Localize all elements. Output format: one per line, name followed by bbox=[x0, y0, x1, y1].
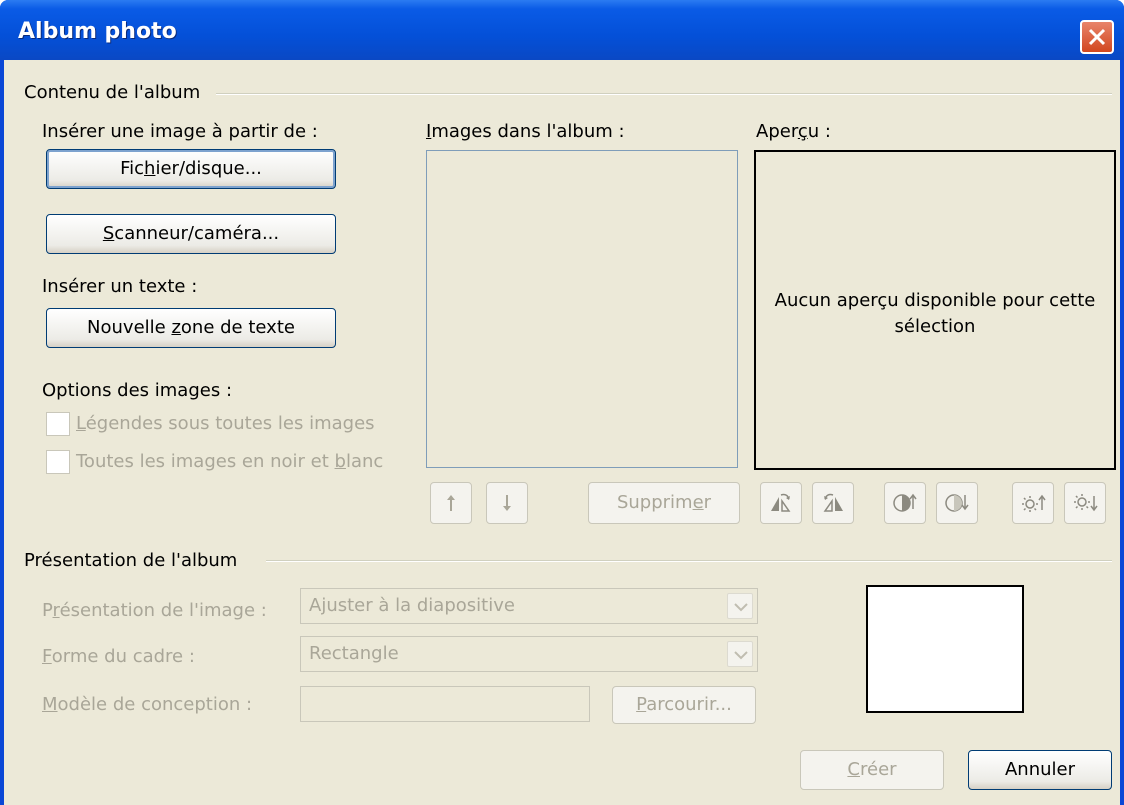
album-layout-group-label: Présentation de l'album bbox=[24, 550, 238, 571]
frame-shape-dropdown[interactable]: Rectangle bbox=[300, 636, 758, 672]
rotate-right-button[interactable] bbox=[812, 482, 854, 524]
file-disk-button-label: Fichier/disque... bbox=[120, 158, 262, 179]
rotate-right-icon bbox=[823, 493, 843, 512]
rotate-left-icon bbox=[771, 493, 791, 512]
preview-message: Aucun aperçu disponible pour cette sélec… bbox=[756, 288, 1114, 340]
picture-layout-value: Ajuster à la diapositive bbox=[309, 595, 515, 616]
dropdown-arrow-button[interactable] bbox=[727, 641, 753, 667]
black-white-checkbox[interactable] bbox=[46, 450, 70, 474]
album-photo-dialog: Album photo Contenu de l'album Insérer u… bbox=[0, 0, 1124, 805]
cancel-button[interactable]: Annuler bbox=[968, 750, 1112, 790]
preview-message-line2: sélection bbox=[894, 316, 976, 337]
move-down-button[interactable] bbox=[486, 482, 528, 524]
group-divider bbox=[266, 560, 1112, 562]
less-brightness-button[interactable] bbox=[1064, 482, 1106, 524]
preview-label: Aperçu : bbox=[756, 121, 831, 142]
brightness-down-icon bbox=[1074, 494, 1098, 512]
dialog-title: Album photo bbox=[18, 19, 177, 44]
frame-shape-label: Forme du cadre : bbox=[42, 646, 195, 667]
frame-shape-value: Rectangle bbox=[309, 643, 399, 664]
remove-button-label: Supprimer bbox=[616, 492, 712, 513]
preview-message-line1: Aucun aperçu disponible pour cette bbox=[774, 290, 1096, 311]
design-template-label: Modèle de conception : bbox=[42, 694, 253, 715]
browse-button-label: Parcourir... bbox=[636, 694, 732, 715]
preview-pane: Aucun aperçu disponible pour cette sélec… bbox=[754, 150, 1116, 470]
remove-button[interactable]: Supprimer bbox=[588, 482, 740, 524]
new-text-box-button-label: Nouvelle zone de texte bbox=[87, 317, 295, 338]
browse-button[interactable]: Parcourir... bbox=[612, 686, 756, 724]
black-white-checkbox-label: Toutes les images en noir et blanc bbox=[76, 451, 384, 472]
images-in-album-list[interactable] bbox=[426, 150, 738, 468]
more-contrast-button[interactable] bbox=[884, 482, 926, 524]
scanner-camera-button-label: Scanneur/caméra... bbox=[102, 223, 280, 244]
captions-checkbox-label: Légendes sous toutes les images bbox=[76, 413, 375, 434]
dialog-body: Contenu de l'album Insérer une image à p… bbox=[4, 60, 1120, 805]
images-in-album-label: Images dans l'album : bbox=[426, 121, 625, 142]
close-button[interactable] bbox=[1080, 20, 1114, 54]
dropdown-arrow-button[interactable] bbox=[727, 593, 753, 619]
scanner-camera-button[interactable]: Scanneur/caméra... bbox=[46, 214, 336, 254]
arrow-up-icon bbox=[447, 495, 455, 511]
design-template-field[interactable] bbox=[300, 686, 590, 722]
group-divider bbox=[216, 93, 1112, 95]
insert-image-label: Insérer une image à partir de : bbox=[42, 121, 318, 142]
new-text-box-button[interactable]: Nouvelle zone de texte bbox=[46, 308, 336, 348]
chevron-down-icon bbox=[734, 651, 748, 660]
brightness-up-icon bbox=[1022, 494, 1046, 512]
create-button[interactable]: Créer bbox=[800, 750, 944, 790]
move-up-button[interactable] bbox=[430, 482, 472, 524]
album-content-group-label: Contenu de l'album bbox=[24, 82, 201, 103]
picture-layout-dropdown[interactable]: Ajuster à la diapositive bbox=[300, 588, 758, 624]
picture-layout-label: Présentation de l'image : bbox=[42, 600, 267, 621]
title-bar[interactable]: Album photo bbox=[0, 0, 1124, 60]
create-button-label: Créer bbox=[847, 759, 897, 780]
image-options-label: Options des images : bbox=[42, 380, 233, 401]
file-disk-button[interactable]: Fichier/disque... bbox=[46, 149, 336, 189]
close-icon bbox=[1088, 28, 1106, 46]
captions-checkbox[interactable] bbox=[46, 412, 70, 436]
arrow-down-icon bbox=[503, 495, 511, 511]
contrast-down-icon bbox=[945, 494, 969, 512]
insert-text-label: Insérer un texte : bbox=[42, 276, 198, 297]
chevron-down-icon bbox=[734, 603, 748, 612]
layout-preview-thumbnail bbox=[866, 585, 1024, 713]
contrast-up-icon bbox=[893, 493, 917, 512]
less-contrast-button[interactable] bbox=[936, 482, 978, 524]
more-brightness-button[interactable] bbox=[1012, 482, 1054, 524]
rotate-left-button[interactable] bbox=[760, 482, 802, 524]
